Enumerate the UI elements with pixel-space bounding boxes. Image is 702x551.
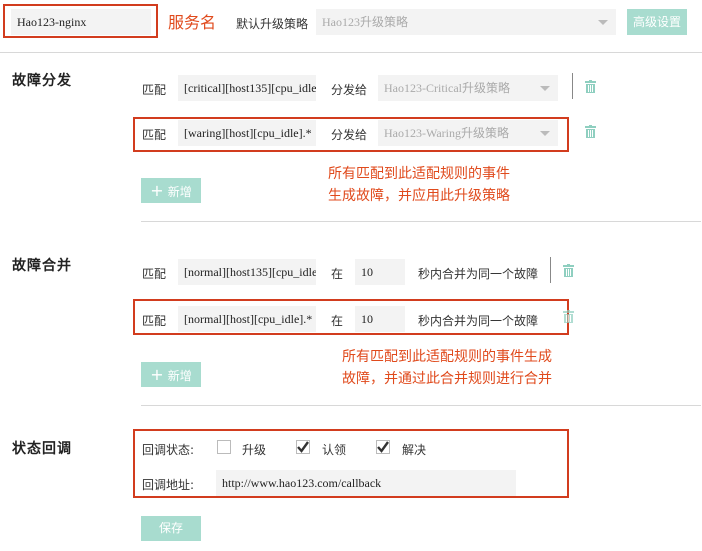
- trash-icon[interactable]: [585, 80, 596, 93]
- add-merge-rule-button[interactable]: + 新增: [141, 362, 201, 387]
- section-title-dispatch: 故障分发: [12, 73, 72, 89]
- annotation-line: 生成故障，并应用此升级策略: [328, 188, 510, 204]
- claim-checkbox[interactable]: [296, 440, 310, 454]
- dispatch-policy-select[interactable]: Hao123-Waring升级策略: [378, 120, 558, 146]
- plus-icon: +: [150, 365, 164, 384]
- upgrade-label: 升级: [242, 443, 267, 457]
- claim-label: 认领: [322, 443, 347, 457]
- callback-url-label: 回调地址:: [142, 478, 195, 492]
- dispatch-annotation: 所有匹配到此适配规则的事件 生成故障，并应用此升级策略: [328, 163, 510, 207]
- upgrade-checkbox[interactable]: [217, 440, 231, 454]
- divider: [0, 52, 702, 53]
- assign-label: 分发给: [331, 83, 368, 97]
- default-policy-select[interactable]: Hao123升级策略: [316, 9, 616, 35]
- separator: [572, 73, 573, 99]
- section-title-callback: 状态回调: [12, 441, 72, 457]
- annotation-line: 所有匹配到此适配规则的事件: [328, 166, 510, 182]
- chevron-down-icon: [540, 131, 550, 136]
- annotation-line: 所有匹配到此适配规则的事件生成: [342, 349, 552, 365]
- plus-icon: +: [150, 181, 164, 200]
- resolve-label: 解决: [402, 443, 427, 457]
- merge-seconds-input[interactable]: 10: [355, 259, 405, 285]
- default-policy-value: Hao123升级策略: [322, 15, 408, 29]
- match-rule-input[interactable]: [waring][host][cpu_idle].*: [178, 120, 316, 146]
- save-button[interactable]: 保存: [141, 516, 201, 541]
- merge-annotation: 所有匹配到此适配规则的事件生成 故障，并通过此合并规则进行合并: [342, 346, 552, 390]
- match-rule-input[interactable]: [normal][host][cpu_idle].*: [178, 306, 316, 332]
- chevron-down-icon: [540, 86, 550, 91]
- callback-url-input[interactable]: http://www.hao123.com/callback: [216, 470, 516, 496]
- resolve-checkbox[interactable]: [376, 440, 390, 454]
- match-rule-input[interactable]: [critical][host135][cpu_idle]: [178, 75, 316, 101]
- merge-seconds-input[interactable]: 10: [355, 306, 405, 332]
- service-name-input[interactable]: Hao123-nginx: [11, 9, 151, 35]
- callback-status-label: 回调状态:: [142, 443, 195, 457]
- match-label: 匹配: [142, 267, 167, 281]
- add-label: 新增: [167, 369, 192, 383]
- check-icon: [297, 441, 309, 453]
- divider: [141, 221, 701, 222]
- service-name-annotation: 服务名: [168, 13, 217, 32]
- match-label: 匹配: [142, 314, 167, 328]
- merge-suffix-label: 秒内合并为同一个故障: [418, 267, 539, 281]
- assign-label: 分发给: [331, 128, 368, 142]
- annotation-line: 故障，并通过此合并规则进行合并: [342, 371, 552, 387]
- merge-suffix-label: 秒内合并为同一个故障: [418, 314, 539, 328]
- default-policy-label: 默认升级策略: [236, 17, 309, 31]
- trash-icon[interactable]: [563, 264, 574, 277]
- match-label: 匹配: [142, 128, 167, 142]
- dispatch-policy-value: Hao123-Waring升级策略: [384, 126, 510, 140]
- in-label: 在: [331, 267, 344, 281]
- trash-icon[interactable]: [585, 125, 596, 138]
- section-title-merge: 故障合并: [12, 258, 72, 274]
- dispatch-policy-select[interactable]: Hao123-Critical升级策略: [378, 75, 558, 101]
- dispatch-policy-value: Hao123-Critical升级策略: [384, 81, 510, 95]
- divider: [141, 405, 701, 406]
- in-label: 在: [331, 314, 344, 328]
- match-rule-input[interactable]: [normal][host135][cpu_idle]: [178, 259, 316, 285]
- separator: [550, 257, 551, 283]
- check-icon: [377, 441, 389, 453]
- chevron-down-icon: [598, 20, 608, 25]
- advanced-settings-button[interactable]: 高级设置: [627, 9, 687, 35]
- trash-icon[interactable]: [563, 310, 574, 323]
- match-label: 匹配: [142, 83, 167, 97]
- add-label: 新增: [167, 185, 192, 199]
- add-dispatch-rule-button[interactable]: + 新增: [141, 178, 201, 203]
